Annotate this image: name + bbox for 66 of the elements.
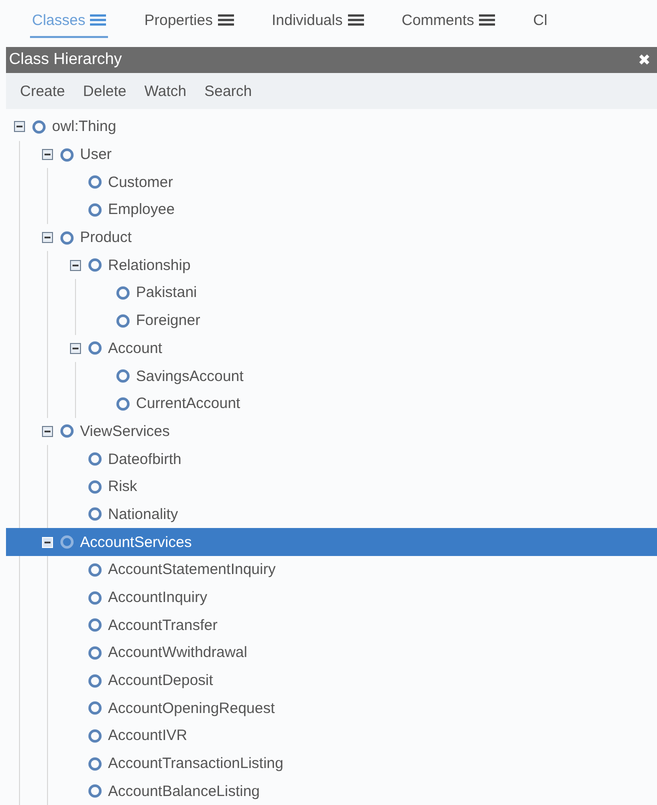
tree-item[interactable]: AccountDeposit <box>6 666 657 694</box>
circle-icon <box>88 590 102 605</box>
tree-item[interactable]: AccountBalanceListing <box>6 778 657 805</box>
circle-icon <box>116 369 130 384</box>
tree-item[interactable]: AccountTransfer <box>6 611 657 640</box>
tree-item[interactable]: AccountStatementInquiry <box>6 556 657 584</box>
circle-icon <box>88 480 102 494</box>
circle-icon <box>88 701 102 716</box>
tree-item[interactable]: Account <box>6 334 657 362</box>
tree-item[interactable]: Dateofbirth <box>6 445 657 473</box>
circle-icon <box>32 120 46 134</box>
circle-icon <box>116 396 130 411</box>
tab[interactable]: Individuals <box>270 10 366 38</box>
tree-item[interactable]: CurrentAccount <box>6 390 657 418</box>
tree-item[interactable]: Relationship <box>6 251 657 280</box>
tree-item[interactable]: AccountTransactionListing <box>6 750 657 778</box>
circle-icon <box>88 756 102 771</box>
tree-item[interactable]: User <box>6 140 657 168</box>
tree-item[interactable]: AccountServices <box>6 528 657 556</box>
circle-icon <box>88 452 102 466</box>
collapse-icon[interactable] <box>42 149 53 160</box>
circle-icon <box>60 424 74 438</box>
tree-item[interactable]: SavingsAccount <box>6 362 657 390</box>
circle-icon <box>60 230 74 245</box>
collapse-icon[interactable] <box>42 426 53 437</box>
tree-item[interactable]: Product <box>6 224 657 252</box>
close-button[interactable]: ✖ <box>638 51 651 69</box>
tab[interactable]: Comments <box>400 10 498 38</box>
tree-item[interactable]: Nationality <box>6 500 657 528</box>
collapse-icon[interactable] <box>70 260 81 271</box>
circle-icon <box>60 148 74 162</box>
toolbar-button[interactable]: Delete <box>77 80 132 102</box>
tree-item[interactable]: AccountOpeningRequest <box>6 694 657 722</box>
tree-item[interactable]: Employee <box>6 196 657 224</box>
circle-icon <box>88 562 102 577</box>
circle-icon <box>88 341 102 356</box>
toolbar-button[interactable]: Watch <box>138 80 192 102</box>
tree-item[interactable]: Customer <box>6 168 657 196</box>
tree-item[interactable]: Risk <box>6 472 657 501</box>
tree-item[interactable]: AccountInquiry <box>6 584 657 612</box>
collapse-icon[interactable] <box>42 232 53 244</box>
circle-icon <box>88 507 102 522</box>
circle-icon <box>88 674 102 688</box>
toolbar-button[interactable]: Create <box>14 80 72 102</box>
circle-icon <box>88 258 102 272</box>
tab[interactable]: Properties <box>142 10 236 38</box>
tree-item[interactable]: AccountIVR <box>6 722 657 750</box>
circle-icon <box>60 535 74 550</box>
circle-icon <box>88 175 102 190</box>
toolbar-button[interactable]: Search <box>198 80 258 102</box>
tree-item[interactable]: Foreigner <box>6 306 657 334</box>
circle-icon <box>116 286 130 300</box>
collapse-icon[interactable] <box>70 342 81 354</box>
panel-title: Class Hierarchy <box>9 51 122 69</box>
collapse-icon[interactable] <box>14 121 25 132</box>
circle-icon <box>88 728 102 743</box>
tree-item[interactable]: owl:Thing <box>6 113 657 141</box>
circle-icon <box>116 314 130 328</box>
circle-icon <box>88 784 102 798</box>
circle-icon <box>88 646 102 660</box>
tree-item[interactable]: ViewServices <box>6 418 657 446</box>
tree-item[interactable]: AccountWwithdrawal <box>6 639 657 667</box>
circle-icon <box>88 202 102 217</box>
tree-item[interactable]: Pakistani <box>6 279 657 307</box>
tab[interactable]: Cl <box>531 10 550 38</box>
circle-icon <box>88 618 102 632</box>
